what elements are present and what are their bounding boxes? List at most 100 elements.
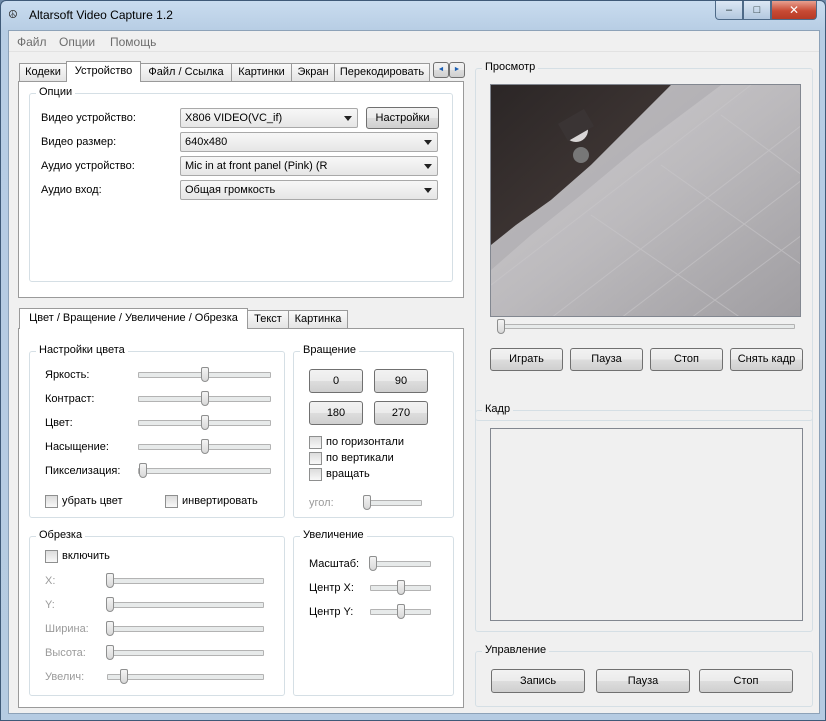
zoom-group: Увеличение Масштаб: Центр X: Центр Y: (293, 529, 454, 696)
remove-color-label: убрать цвет (62, 495, 123, 507)
color-label: Цвет: (45, 417, 73, 429)
brightness-label: Яркость: (45, 369, 90, 381)
chevron-down-icon (424, 140, 432, 145)
zoom-center-y-slider-thumb[interactable] (396, 604, 405, 619)
crop-title: Обрезка (36, 529, 86, 541)
tab-text[interactable]: Текст (247, 310, 289, 328)
crop-y-slider-thumb[interactable] (105, 597, 114, 612)
flip-vertical-checkbox[interactable] (309, 452, 322, 465)
crop-x-slider-thumb[interactable] (105, 573, 114, 588)
flip-horizontal-label: по горизонтали (326, 436, 404, 448)
rotate-label: вращать (326, 468, 370, 480)
crop-x-slider[interactable] (105, 573, 264, 588)
remove-color-checkbox[interactable] (45, 495, 58, 508)
video-device-value: X806 VIDEO(VC_if) (185, 112, 283, 124)
title-bar[interactable]: ☮ Altarsoft Video Capture 1.2 – □ ✕ (1, 1, 825, 29)
rotate-0-button[interactable]: 0 (309, 369, 363, 393)
zoom-center-y-slider[interactable] (370, 604, 431, 619)
crop-enable-label: включить (62, 550, 110, 562)
pixelization-slider[interactable] (138, 463, 271, 478)
pixelization-label: Пикселизация: (45, 465, 121, 477)
video-device-label: Видео устройство: (41, 112, 136, 124)
saturation-slider[interactable] (138, 439, 271, 454)
device-settings-button[interactable]: Настройки (366, 107, 439, 129)
color-slider[interactable] (138, 415, 271, 430)
contrast-slider-thumb[interactable] (200, 391, 209, 406)
crop-zoom-slider-thumb[interactable] (119, 669, 128, 684)
angle-slider[interactable] (362, 495, 422, 510)
zoom-center-x-slider[interactable] (370, 580, 431, 595)
window-title: Altarsoft Video Capture 1.2 (29, 8, 173, 22)
zoom-center-x-slider-thumb[interactable] (396, 580, 405, 595)
saturation-slider-thumb[interactable] (200, 439, 209, 454)
preview-pause-button[interactable]: Пауза (570, 348, 643, 371)
tab-scroll-right-button[interactable]: ► (449, 62, 465, 78)
record-pause-button[interactable]: Пауза (596, 669, 690, 693)
crop-width-slider-thumb[interactable] (105, 621, 114, 636)
crop-height-slider[interactable] (105, 645, 264, 660)
crop-height-slider-thumb[interactable] (105, 645, 114, 660)
flip-vertical-label: по вертикали (326, 452, 394, 464)
close-button[interactable]: ✕ (771, 1, 817, 20)
tab-color-rotate-zoom-crop[interactable]: Цвет / Вращение / Увеличение / Обрезка (19, 308, 248, 329)
crop-zoom-slider[interactable] (107, 669, 264, 684)
rotate-180-button[interactable]: 180 (309, 401, 363, 425)
frame-title: Кадр (482, 403, 514, 415)
crop-enable-checkbox[interactable] (45, 550, 58, 563)
invert-checkbox[interactable] (165, 495, 178, 508)
app-icon: ☮ (8, 9, 18, 21)
pixelization-slider-thumb[interactable] (138, 463, 147, 478)
play-button[interactable]: Играть (490, 348, 563, 371)
flip-horizontal-checkbox[interactable] (309, 436, 322, 449)
rotate-checkbox[interactable] (309, 468, 322, 481)
captured-frame-area (490, 428, 803, 621)
preview-seek-thumb[interactable] (496, 319, 505, 334)
crop-width-slider[interactable] (105, 621, 264, 636)
preview-stop-button[interactable]: Стоп (650, 348, 723, 371)
tab-screen[interactable]: Экран (291, 63, 335, 81)
tab-file-link[interactable]: Файл / Ссылка (140, 63, 232, 81)
chevron-down-icon (424, 164, 432, 169)
audio-device-combo[interactable]: Mic in at front panel (Pink) (R (180, 156, 438, 176)
rotate-90-button[interactable]: 90 (374, 369, 428, 393)
angle-slider-thumb[interactable] (362, 495, 371, 510)
record-button[interactable]: Запись (491, 669, 585, 693)
crop-zoom-label: Увелич: (45, 671, 85, 683)
top-tab-strip: Кодеки Устройство Файл / Ссылка Картинки… (19, 61, 467, 82)
tab-device[interactable]: Устройство (66, 61, 141, 82)
maximize-button[interactable]: □ (743, 1, 771, 20)
preview-seek-slider[interactable] (496, 319, 795, 334)
menu-bar: Файл Опции Помощь (9, 31, 819, 52)
video-device-combo[interactable]: X806 VIDEO(VC_if) (180, 108, 358, 128)
color-slider-thumb[interactable] (200, 415, 209, 430)
zoom-scale-slider-thumb[interactable] (368, 556, 377, 571)
bottom-tab-strip: Цвет / Вращение / Увеличение / Обрезка Т… (19, 308, 359, 329)
snapshot-button[interactable]: Снять кадр (730, 348, 803, 371)
audio-device-label: Аудио устройство: (41, 160, 135, 172)
rotation-group: Вращение 0 90 180 270 по горизонтали по … (293, 344, 454, 518)
tab-transcode[interactable]: Перекодировать (334, 63, 430, 81)
brightness-slider-thumb[interactable] (200, 367, 209, 382)
tab-scroll-left-button[interactable]: ◄ (433, 62, 449, 78)
crop-height-label: Высота: (45, 647, 86, 659)
record-stop-button[interactable]: Стоп (699, 669, 793, 693)
menu-help[interactable]: Помощь (110, 35, 156, 49)
crop-y-slider[interactable] (105, 597, 264, 612)
brightness-slider[interactable] (138, 367, 271, 382)
video-size-value: 640x480 (185, 136, 228, 148)
contrast-slider[interactable] (138, 391, 271, 406)
minimize-button[interactable]: – (715, 1, 743, 20)
video-size-combo[interactable]: 640x480 (180, 132, 438, 152)
menu-file[interactable]: Файл (17, 35, 47, 49)
app-window: ☮ Altarsoft Video Capture 1.2 – □ ✕ Файл… (0, 0, 826, 721)
frame-group: Кадр (475, 403, 813, 632)
zoom-scale-slider[interactable] (368, 556, 431, 571)
tab-pictures[interactable]: Картинки (231, 63, 292, 81)
zoom-title: Увеличение (300, 529, 367, 541)
menu-options[interactable]: Опции (59, 35, 95, 49)
rotate-270-button[interactable]: 270 (374, 401, 428, 425)
control-group: Управление Запись Пауза Стоп (475, 644, 813, 707)
tab-picture[interactable]: Картинка (288, 310, 348, 328)
audio-input-combo[interactable]: Общая громкость (180, 180, 438, 200)
tab-codecs[interactable]: Кодеки (19, 63, 67, 81)
